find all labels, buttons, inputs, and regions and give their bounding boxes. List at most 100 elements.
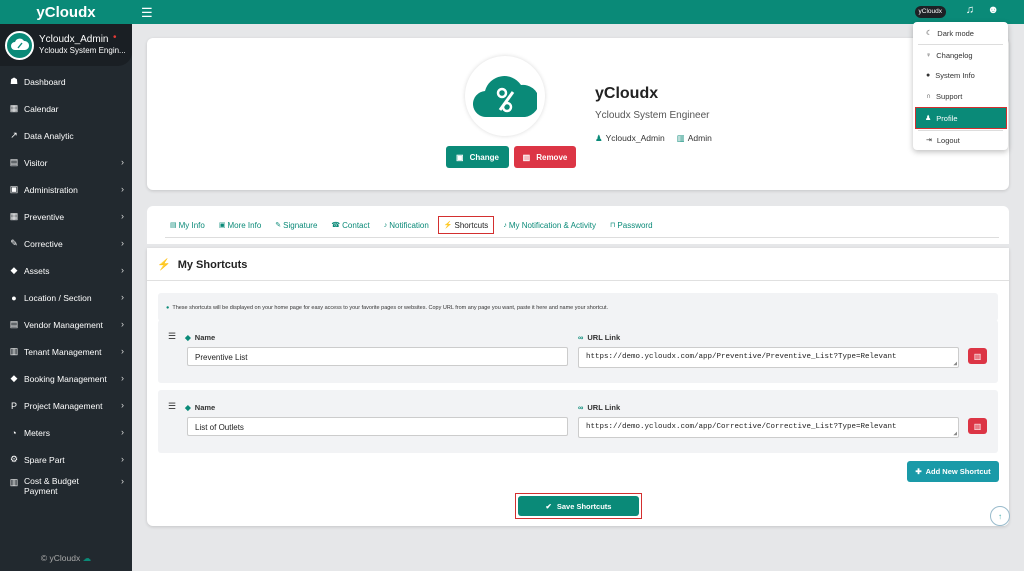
- sidebar-item-calendar[interactable]: ▦ Calendar: [0, 95, 132, 122]
- tachometer-icon: ☗: [9, 76, 19, 86]
- sidebar-item-administration[interactable]: ▣ Administration ›: [0, 176, 132, 203]
- profile-meta: ♟ Ycloudx_Admin ▥ Admin: [595, 133, 712, 144]
- shortcut-url-input[interactable]: https://demo.ycloudx.com/app/Corrective/…: [578, 417, 959, 438]
- building-icon: ▥: [676, 133, 685, 143]
- sidebar-item-assets[interactable]: ◆ Assets ›: [0, 257, 132, 284]
- profile-userrole: Admin: [687, 133, 712, 143]
- drag-handle-icon[interactable]: ☰: [168, 331, 176, 342]
- user-square-icon: ▣: [218, 222, 226, 229]
- menu-item-system-info[interactable]: ● System Info: [913, 66, 1008, 84]
- link-icon: ∞: [578, 403, 584, 412]
- building-icon: ▥: [9, 346, 19, 356]
- shortcut-name-input[interactable]: Preventive List: [187, 347, 568, 366]
- info-icon: ●: [166, 305, 170, 311]
- sidebar-item-data-analytic[interactable]: ↗ Data Analytic: [0, 122, 132, 149]
- phone-icon: ☎: [331, 222, 341, 229]
- sidebar-item-meters[interactable]: ◔ Meters ›: [0, 419, 132, 446]
- spare-part-icon: ⚙: [9, 454, 19, 464]
- user-icon: ♟: [595, 133, 603, 143]
- chevron-right-icon: ›: [121, 292, 124, 302]
- menu-item-changelog[interactable]: ♀ Changelog: [913, 46, 1008, 64]
- profile-subtitle: Ycloudx System Engineer: [595, 110, 710, 121]
- sidebar-item-tenant-management[interactable]: ▥ Tenant Management ›: [0, 338, 132, 365]
- menu-item-profile[interactable]: ♟ Profile: [915, 107, 1007, 129]
- logout-icon: ⇥: [926, 137, 932, 144]
- globe-icon: ●: [11, 292, 17, 303]
- delete-shortcut-button[interactable]: ▥: [968, 348, 987, 364]
- vendor-card-icon: ▤: [9, 319, 19, 329]
- sidebar-item-project-management[interactable]: P Project Management ›: [0, 392, 132, 419]
- profile-tabs-bar: ▤ My Info ▣ More Info ✎ Signature ☎ Contact …: [147, 206, 1009, 244]
- chevron-right-icon: ›: [121, 184, 124, 194]
- drag-handle-icon[interactable]: ☰: [168, 401, 176, 412]
- profile-logo: [465, 56, 545, 136]
- chevron-right-icon: ›: [121, 265, 124, 275]
- brand-logo[interactable]: yCloudx: [0, 0, 132, 24]
- tenant-badge[interactable]: yCloudx: [914, 6, 946, 18]
- id-card-icon: ▤: [9, 157, 19, 167]
- sidebar-item-booking-management[interactable]: ◆ Booking Management ›: [0, 365, 132, 392]
- project-icon: P: [10, 400, 17, 411]
- tab-notification[interactable]: ♪ Notification: [379, 216, 434, 234]
- tab-my-info[interactable]: ▤ My Info: [165, 216, 210, 234]
- chevron-right-icon: ›: [121, 157, 124, 167]
- resize-handle-icon[interactable]: ◢: [953, 360, 957, 367]
- tab-signature[interactable]: ✎ Signature: [270, 216, 322, 234]
- sidebar-item-visitor[interactable]: ▤ Visitor ›: [0, 149, 132, 176]
- tag-icon: ◆: [10, 265, 18, 275]
- menu-item-support[interactable]: ∩ Support: [913, 87, 1008, 105]
- bell-icon[interactable]: ♫: [966, 4, 974, 16]
- plus-icon: ✚: [915, 467, 922, 476]
- user-panel[interactable]: Ycloudx_Admin Ycloudx System Engin... •: [0, 24, 132, 66]
- sidebar-item-spare-part[interactable]: ⚙ Spare Part ›: [0, 446, 132, 473]
- delete-shortcut-button[interactable]: ▥: [968, 418, 987, 434]
- sidebar-item-dashboard[interactable]: ☗ Dashboard: [0, 68, 132, 95]
- cloud-icon: ☁: [82, 553, 92, 563]
- bell-outline-icon: ♪: [503, 221, 507, 229]
- remove-photo-button[interactable]: ▥ Remove: [514, 146, 576, 168]
- chevron-right-icon: ›: [121, 373, 124, 383]
- hamburger-menu-icon[interactable]: ☰: [141, 5, 153, 21]
- add-new-shortcut-button[interactable]: ✚ Add New Shortcut: [907, 461, 999, 482]
- profile-tabs: ▤ My Info ▣ More Info ✎ Signature ☎ Contact …: [165, 216, 662, 234]
- cost-budget-label: Cost & Budget: [24, 476, 79, 486]
- shortcut-row: ☰ ◆ Name ∞ URL Link List of Outlets https:…: [158, 390, 998, 453]
- resize-handle-icon[interactable]: ◢: [953, 430, 957, 437]
- shortcut-name-input[interactable]: List of Outlets: [187, 417, 568, 436]
- sidebar-item-vendor-management[interactable]: ▤ Vendor Management ›: [0, 311, 132, 338]
- tab-shortcuts[interactable]: ⚡ Shortcuts: [437, 216, 495, 234]
- check-icon: ✔: [545, 501, 552, 511]
- user-square-icon: ▣: [9, 184, 19, 194]
- menu-item-logout[interactable]: ⇥ Logout: [913, 131, 1008, 149]
- user-icon[interactable]: ☻: [987, 4, 999, 16]
- shortcuts-card: ⚡ My Shortcuts ● These shortcuts will be d…: [147, 248, 1010, 526]
- url-label: ∞ URL Link: [578, 333, 621, 342]
- sidebar-item-location-section[interactable]: ● Location / Section ›: [0, 284, 132, 311]
- menu-item-dark-mode[interactable]: ☾ Dark mode: [913, 24, 1008, 42]
- booking-tag-icon: ◆: [10, 373, 18, 383]
- moon-icon: ☾: [926, 30, 933, 37]
- chevron-right-icon: ›: [121, 427, 124, 437]
- tab-password[interactable]: ⊓ Password: [605, 216, 658, 234]
- shortcut-url-input[interactable]: https://demo.ycloudx.com/app/Preventive/…: [578, 347, 959, 368]
- sidebar: yCloudx Ycloudx_Admin Ycloudx System Eng…: [0, 0, 132, 571]
- tab-my-notification-activity[interactable]: ♪ My Notification & Activity: [498, 216, 601, 234]
- chevron-right-icon: ›: [121, 476, 124, 486]
- shortcuts-info-alert: ● These shortcuts will be displayed on yo…: [158, 293, 998, 321]
- save-shortcuts-button[interactable]: ✔ Save Shortcuts: [518, 496, 639, 516]
- tabs-divider: [165, 237, 999, 238]
- bar-chart-icon: ▥: [9, 476, 19, 487]
- profile-card: ▣ Change ▥ Remove yCloudx Ycloudx System E…: [147, 38, 1009, 190]
- sidebar-item-cost-budget-payment[interactable]: ▥ Cost & Budget Payment ›: [0, 473, 132, 499]
- user-icon: ♟: [925, 115, 932, 122]
- chevron-right-icon: ›: [121, 346, 124, 356]
- wrench-icon: ✎: [10, 238, 18, 248]
- menu-divider: [918, 44, 1003, 45]
- chevron-right-icon: ›: [121, 211, 124, 221]
- change-photo-button[interactable]: ▣ Change: [446, 146, 509, 168]
- scroll-to-top-button[interactable]: ↑: [990, 506, 1010, 526]
- tab-contact[interactable]: ☎ Contact: [326, 216, 374, 234]
- sidebar-item-corrective[interactable]: ✎ Corrective ›: [0, 230, 132, 257]
- tab-more-info[interactable]: ▣ More Info: [214, 216, 266, 234]
- sidebar-item-preventive[interactable]: ▦ Preventive ›: [0, 203, 132, 230]
